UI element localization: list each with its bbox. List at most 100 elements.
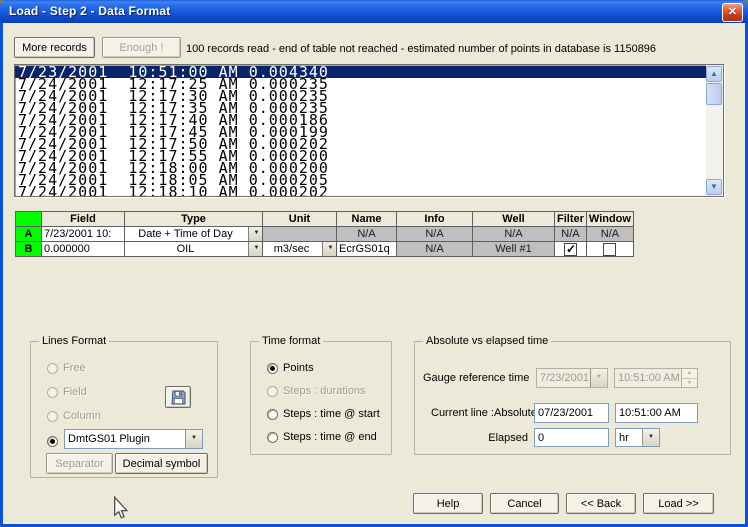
well-cell-b: Well #1	[472, 241, 555, 257]
type-combo-a[interactable]: Date + Time of Day	[124, 226, 263, 242]
radio-icon	[47, 386, 58, 398]
back-button[interactable]: << Back	[566, 493, 636, 514]
decimal-symbol-button[interactable]: Decimal symbol	[115, 453, 208, 474]
elapsed-value-field[interactable]: 0	[534, 428, 609, 447]
dialog-window: Load - Step 2 - Data Format ✕ More recor…	[0, 0, 748, 527]
elapsed-unit-value: hr	[619, 432, 629, 444]
time-format-option[interactable]: Points	[267, 361, 380, 375]
radio-icon[interactable]	[47, 435, 58, 447]
chevron-down-icon[interactable]	[185, 430, 202, 448]
radio-label: Steps : durations	[283, 385, 366, 397]
col-header-info: Info	[396, 211, 473, 227]
time-format-group: Time format Points Steps : durations Steps…	[250, 335, 392, 455]
col-header-field: Field	[41, 211, 125, 227]
window-cell-a: N/A	[585, 226, 634, 242]
filter-cell-b[interactable]	[554, 241, 587, 257]
records-list: 7/23/2001 10:51:00 AM 0.004340 7/24/2001 …	[15, 66, 706, 196]
window-checkbox[interactable]	[603, 242, 617, 256]
col-header-window: Window	[585, 211, 634, 227]
plugin-combo-value: DmtGS01 Plugin	[68, 433, 150, 445]
row-key-a: A	[15, 226, 42, 242]
records-scrollbar[interactable]	[706, 65, 723, 196]
time-format-options: Points Steps : durations Steps : time @ st…	[267, 361, 380, 444]
radio-label: Free	[63, 362, 86, 374]
unit-cell-a	[262, 226, 337, 242]
type-combo-a-value: Date + Time of Day	[138, 228, 233, 240]
info-cell-a: N/A	[396, 226, 473, 242]
lines-format-group: Lines Format Free Field Column DmtGS01 P…	[30, 335, 218, 478]
field-value-b[interactable]: 0.000000	[41, 241, 125, 257]
enough-button: Enough !	[102, 37, 181, 58]
radio-label: Steps : time @ end	[283, 431, 377, 443]
absolute-label: Absolute	[494, 407, 537, 419]
plugin-combo[interactable]: DmtGS01 Plugin	[64, 429, 203, 449]
info-cell-b: N/A	[396, 241, 473, 257]
absolute-elapsed-group: Absolute vs elapsed time Gauge reference…	[414, 335, 731, 455]
chevron-down-icon[interactable]	[248, 242, 262, 256]
scroll-up-icon[interactable]	[706, 66, 722, 82]
col-header-name: Name	[336, 211, 397, 227]
gauge-time-spinner: 10:51:00 AM	[614, 368, 698, 388]
gauge-date-value: 7/23/2001	[540, 372, 589, 384]
more-records-button[interactable]: More records	[14, 37, 95, 58]
filter-checkbox[interactable]	[563, 242, 577, 256]
absolute-elapsed-title: Absolute vs elapsed time	[423, 335, 552, 347]
gauge-date-combo: 7/23/2001	[536, 368, 608, 388]
type-combo-b[interactable]: OIL	[124, 241, 263, 257]
table-row: B 0.000000 OIL m3/sec EcrGS01q N/A Well …	[15, 241, 634, 257]
filter-cell-a: N/A	[554, 226, 587, 242]
corner-cell	[15, 211, 42, 227]
unit-combo-b[interactable]: m3/sec	[262, 241, 337, 257]
radio-icon[interactable]	[267, 431, 278, 443]
lines-format-option-column: Column	[47, 409, 101, 423]
lines-format-option-plugin[interactable]	[47, 434, 58, 448]
title-bar[interactable]: Load - Step 2 - Data Format ✕	[0, 0, 748, 23]
spinner-arrows	[681, 369, 697, 387]
scroll-thumb[interactable]	[706, 83, 722, 105]
record-row[interactable]: 7/24/2001 12:18:10 AM 0.000202	[15, 185, 706, 197]
window-cell-b[interactable]	[585, 241, 634, 257]
name-field-b[interactable]: EcrGS01q	[336, 241, 397, 257]
time-format-option[interactable]: Steps : time @ end	[267, 430, 380, 444]
type-combo-b-value: OIL	[176, 243, 195, 255]
records-status-text: 100 records read - end of table not reac…	[186, 43, 657, 55]
cancel-button[interactable]: Cancel	[490, 493, 559, 514]
field-value-a[interactable]: 7/23/2001 10:	[41, 226, 125, 242]
current-line-label: Current line :	[431, 407, 494, 419]
absolute-date-field[interactable]: 07/23/2001	[534, 403, 609, 423]
col-header-filter: Filter	[554, 211, 587, 227]
radio-icon[interactable]	[267, 408, 278, 420]
scroll-down-icon[interactable]	[706, 179, 722, 195]
chevron-down-icon[interactable]	[642, 429, 659, 446]
save-format-button[interactable]	[165, 386, 191, 408]
save-icon	[170, 389, 186, 405]
col-header-type: Type	[124, 211, 263, 227]
radio-label: Steps : time @ start	[283, 408, 380, 420]
window-title: Load - Step 2 - Data Format	[9, 4, 171, 18]
time-format-option: Steps : durations	[267, 384, 380, 398]
lines-format-option-field: Field	[47, 385, 87, 399]
chevron-down-icon[interactable]	[322, 242, 336, 256]
spin-down-icon	[682, 378, 697, 387]
load-button[interactable]: Load >>	[643, 493, 714, 514]
absolute-time-field[interactable]: 10:51:00 AM	[615, 403, 698, 423]
row-key-b: B	[15, 241, 42, 257]
well-cell-a: N/A	[472, 226, 555, 242]
radio-icon[interactable]	[267, 362, 278, 374]
table-header-row: Field Type Unit Name Info Well Filter Wi…	[15, 211, 634, 227]
col-header-unit: Unit	[262, 211, 337, 227]
separator-button: Separator	[46, 453, 113, 474]
time-format-title: Time format	[259, 335, 324, 347]
time-format-option[interactable]: Steps : time @ start	[267, 407, 380, 421]
elapsed-unit-combo[interactable]: hr	[615, 428, 660, 447]
radio-label: Points	[283, 362, 314, 374]
lines-format-option-free: Free	[47, 361, 86, 375]
records-listbox[interactable]: 7/23/2001 10:51:00 AM 0.004340 7/24/2001 …	[14, 64, 724, 197]
radio-label: Field	[63, 386, 87, 398]
gauge-reference-label: Gauge reference time	[423, 372, 530, 384]
field-table: Field Type Unit Name Info Well Filter Wi…	[15, 211, 634, 257]
chevron-down-icon[interactable]	[248, 227, 262, 241]
name-cell-a: N/A	[336, 226, 397, 242]
help-button[interactable]: Help	[413, 493, 483, 514]
close-button[interactable]: ✕	[722, 3, 743, 22]
